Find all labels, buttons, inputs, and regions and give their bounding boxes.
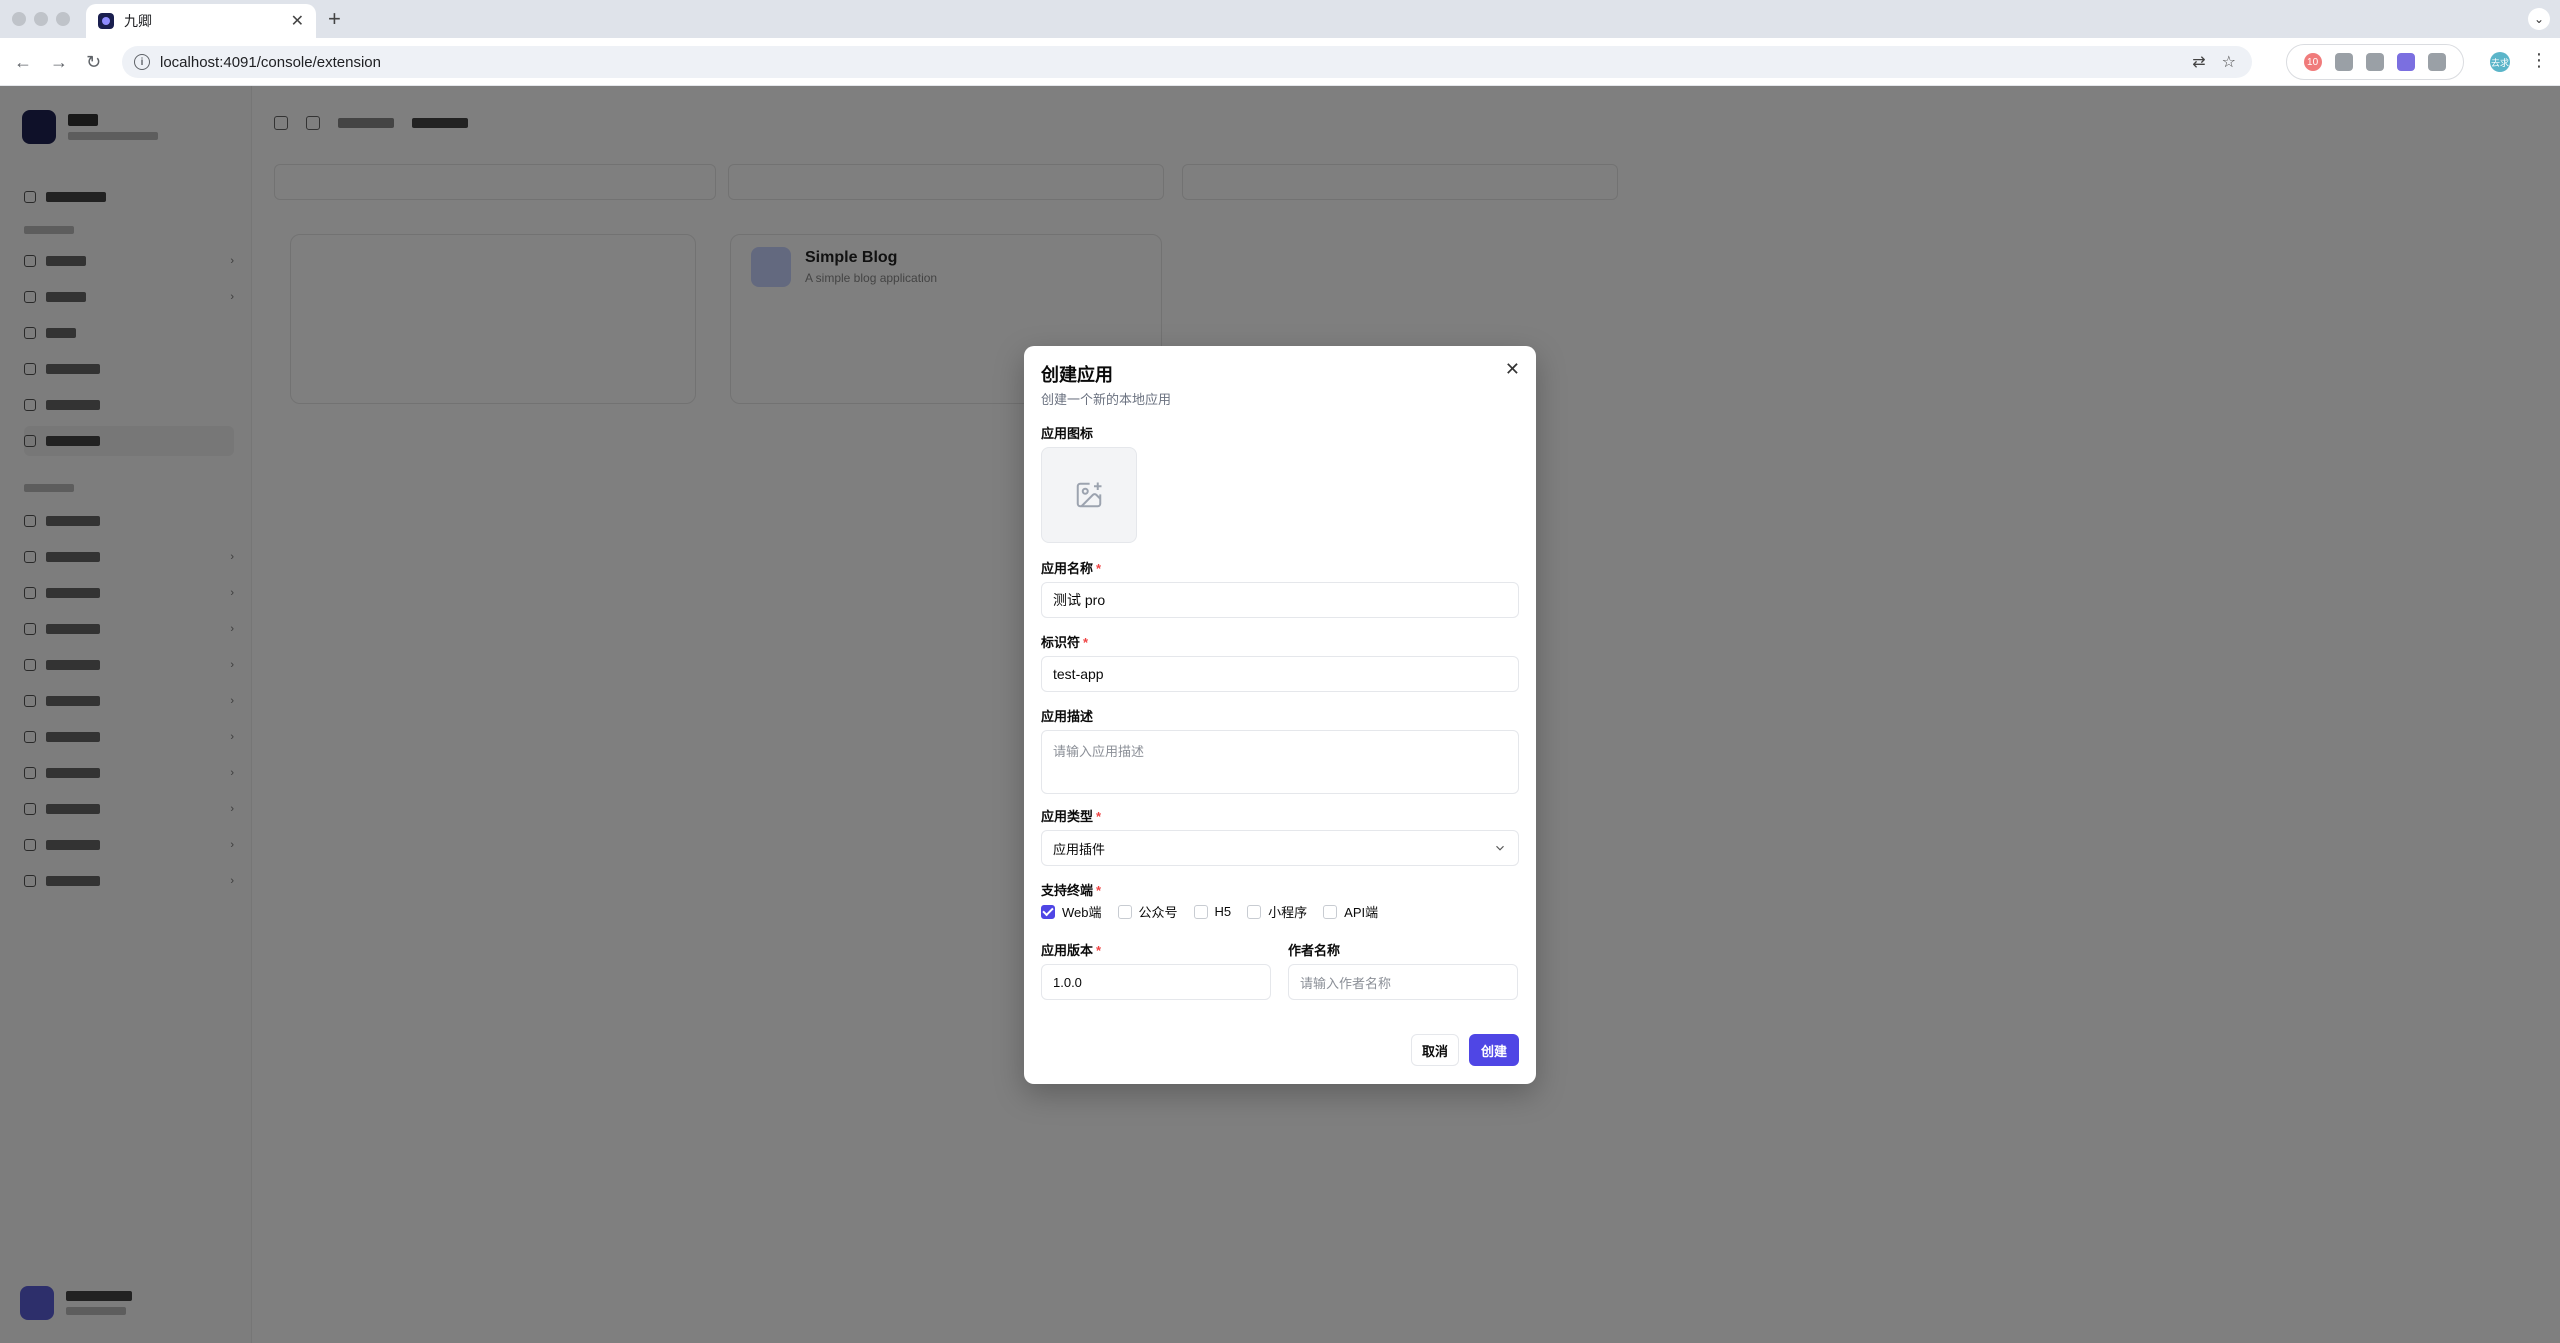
terminal-h5-checkbox[interactable]: H5 bbox=[1193, 904, 1231, 919]
checkbox-checked-icon[interactable] bbox=[1041, 904, 1055, 919]
close-tab-icon[interactable]: ✕ bbox=[291, 11, 304, 31]
terminal-miniprogram-checkbox[interactable]: 小程序 bbox=[1247, 902, 1307, 921]
extension-box-icon[interactable] bbox=[2365, 53, 2384, 71]
author-input[interactable]: 请输入作者名称 bbox=[1288, 964, 1518, 1000]
app-type-select[interactable]: 应用插件 bbox=[1041, 830, 1519, 866]
app-type-value: 应用插件 bbox=[1053, 841, 1106, 857]
name-label: 应用名称 * bbox=[1041, 561, 1102, 576]
window-zoom-control[interactable] bbox=[56, 12, 70, 26]
site-info-icon[interactable]: i bbox=[134, 54, 150, 70]
description-label: 应用描述 bbox=[1041, 709, 1094, 724]
new-tab-icon[interactable]: + bbox=[328, 6, 341, 32]
create-app-dialog: ✕ 创建应用 创建一个新的本地应用 应用图标 应用名称 * 测试 pro 标识符 *… bbox=[1024, 346, 1536, 1084]
icon-upload-button[interactable] bbox=[1041, 447, 1137, 543]
terminals-checkbox-group: Web端 公众号 H5 小程序 API端 bbox=[1041, 902, 1378, 921]
browser-toolbar: ← → ↻ i localhost:4091/console/extension… bbox=[0, 38, 2560, 86]
image-plus-icon bbox=[1076, 482, 1102, 508]
type-label: 应用类型 * bbox=[1041, 809, 1102, 824]
extension-filter-icon[interactable] bbox=[2334, 53, 2353, 71]
forward-arrow-icon[interactable]: → bbox=[50, 52, 68, 73]
browser-tab-bar: 九卿 ✕ + ⌄ bbox=[0, 0, 2560, 38]
tab-title: 九卿 bbox=[124, 13, 152, 29]
cancel-button[interactable]: 取消 bbox=[1411, 1034, 1459, 1066]
author-label: 作者名称 bbox=[1288, 943, 1341, 958]
checkbox-icon[interactable] bbox=[1117, 904, 1132, 919]
profile-avatar[interactable]: 去求 bbox=[2490, 52, 2510, 72]
address-bar[interactable]: i localhost:4091/console/extension ⇄ ☆ bbox=[122, 46, 2252, 78]
bookmark-star-icon[interactable]: ☆ bbox=[2222, 52, 2236, 72]
extension-purple-icon[interactable] bbox=[2397, 53, 2416, 71]
version-input[interactable]: 1.0.0 bbox=[1041, 964, 1271, 1000]
chevron-down-icon bbox=[1496, 845, 1504, 851]
extensions-puzzle-icon[interactable] bbox=[2428, 53, 2447, 71]
dialog-title: 创建应用 bbox=[1041, 365, 1113, 385]
terminal-official-account-checkbox[interactable]: 公众号 bbox=[1117, 902, 1178, 921]
extensions-group: 10 bbox=[2286, 44, 2464, 80]
icon-label: 应用图标 bbox=[1041, 426, 1094, 441]
url-text[interactable]: localhost:4091/console/extension bbox=[160, 54, 381, 71]
terminals-label: 支持终端 * bbox=[1041, 883, 1102, 898]
tab-search-chevron-icon[interactable]: ⌄ bbox=[2528, 8, 2550, 30]
checkbox-icon[interactable] bbox=[1323, 904, 1338, 919]
description-textarea[interactable]: 请输入应用描述 bbox=[1041, 730, 1519, 794]
extension-red-icon[interactable]: 10 bbox=[2303, 53, 2322, 71]
create-button[interactable]: 创建 bbox=[1469, 1034, 1519, 1066]
identifier-input[interactable]: test-app bbox=[1041, 656, 1519, 692]
browser-menu-icon[interactable]: ⋮ bbox=[2530, 50, 2548, 71]
dialog-description: 创建一个新的本地应用 bbox=[1041, 392, 1172, 407]
close-icon[interactable]: ✕ bbox=[1505, 360, 1520, 378]
window-close-control[interactable] bbox=[12, 12, 26, 26]
checkbox-icon[interactable] bbox=[1247, 904, 1262, 919]
back-arrow-icon[interactable]: ← bbox=[14, 52, 32, 73]
window-minimize-control[interactable] bbox=[34, 12, 48, 26]
terminal-web-checkbox[interactable]: Web端 bbox=[1041, 902, 1102, 921]
terminal-api-checkbox[interactable]: API端 bbox=[1323, 902, 1378, 921]
checkbox-icon[interactable] bbox=[1193, 904, 1208, 919]
reload-icon[interactable]: ↻ bbox=[86, 52, 101, 73]
version-label: 应用版本 * bbox=[1041, 943, 1102, 958]
identifier-label: 标识符 * bbox=[1041, 635, 1089, 650]
app-name-input[interactable]: 测试 pro bbox=[1041, 582, 1519, 618]
browser-tab[interactable]: 九卿 ✕ bbox=[86, 4, 316, 38]
app-favicon-icon bbox=[98, 13, 114, 29]
translate-icon[interactable]: ⇄ bbox=[2192, 52, 2205, 72]
